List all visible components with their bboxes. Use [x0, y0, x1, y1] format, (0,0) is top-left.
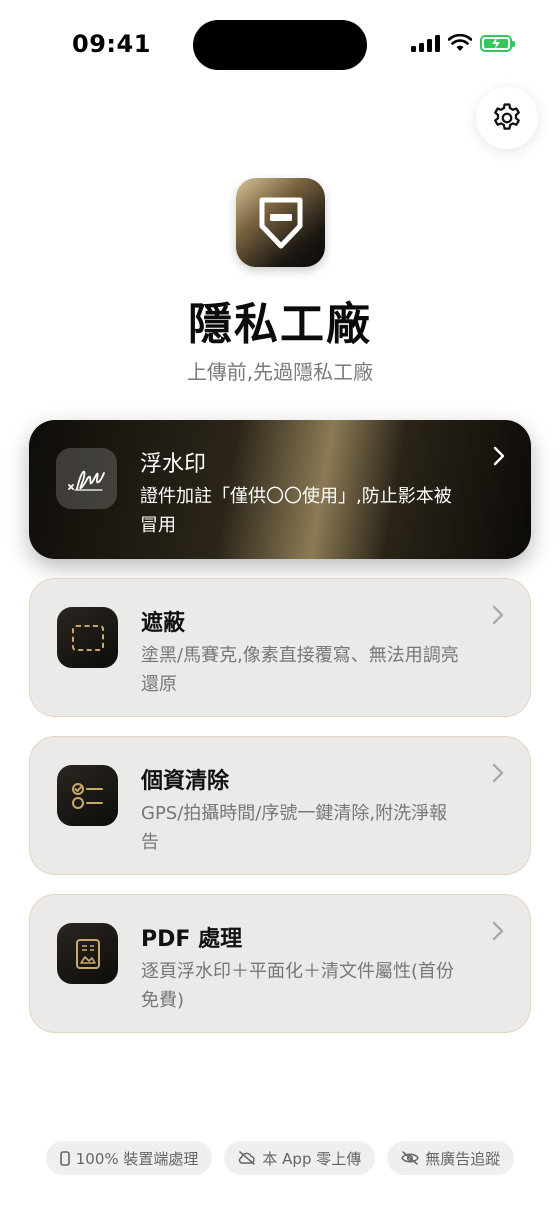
card-redact[interactable]: 遮蔽 塗黑/馬賽克,像素直接覆寫、無法用調亮還原 [29, 578, 531, 717]
card-title: 浮水印 [140, 452, 207, 477]
card-title: PDF 處理 [141, 927, 243, 952]
badge-no-ad-tracking: 無廣告追蹤 [387, 1141, 515, 1175]
chevron-right-icon [492, 763, 504, 783]
status-bar: 09:41 [0, 0, 560, 90]
phone-icon [59, 1150, 70, 1166]
gear-icon [494, 103, 520, 130]
status-time: 09:41 [72, 30, 151, 58]
eye-off-icon [401, 1151, 420, 1165]
cloud-off-icon [239, 1151, 256, 1165]
card-pdf[interactable]: PDF 處理 逐頁浮水印＋平面化＋清文件屬性(首份免費) [29, 894, 531, 1033]
card-title: 個資清除 [141, 769, 230, 794]
chevron-right-icon [492, 921, 504, 941]
signature-icon [67, 470, 105, 491]
card-icon-tile [57, 765, 118, 826]
battery-icon [480, 34, 515, 52]
page-title: 隱私工廠 [188, 299, 372, 350]
chevron-right-icon [492, 605, 504, 625]
cellular-signal-icon [411, 34, 440, 52]
badge-label: 無廣告追蹤 [425, 1149, 501, 1168]
chevron-right-icon [493, 446, 505, 466]
app-icon [236, 178, 325, 267]
dashed-frame-icon [71, 624, 104, 651]
card-icon-tile [56, 448, 117, 509]
card-description: GPS/拍攝時間/序號一鍵清除,附洗淨報告 [141, 803, 448, 853]
card-watermark[interactable]: 浮水印 證件加註「僅供〇〇使用」,防止影本被冒用 [29, 420, 531, 559]
badge-no-upload: 本 App 零上傳 [224, 1141, 376, 1175]
card-title: 遮蔽 [141, 611, 186, 636]
shield-icon [259, 197, 302, 248]
trust-badges: 100% 裝置端處理 本 App 零上傳 無廣告追蹤 [0, 1141, 560, 1175]
badge-label: 本 App 零上傳 [262, 1149, 362, 1168]
card-icon-tile [57, 607, 118, 668]
card-metadata-clean[interactable]: 個資清除 GPS/拍攝時間/序號一鍵清除,附洗淨報告 [29, 736, 531, 875]
document-icon [75, 938, 100, 969]
badge-label: 100% 裝置端處理 [75, 1149, 199, 1168]
card-description: 證件加註「僅供〇〇使用」,防止影本被冒用 [140, 486, 452, 536]
checklist-icon [71, 782, 103, 809]
dynamic-island [193, 20, 367, 70]
card-description: 塗黑/馬賽克,像素直接覆寫、無法用調亮還原 [141, 645, 459, 695]
status-icons [411, 34, 515, 52]
badge-on-device: 100% 裝置端處理 [45, 1141, 213, 1175]
wifi-icon [448, 34, 472, 51]
card-icon-tile [57, 923, 118, 984]
card-description: 逐頁浮水印＋平面化＋清文件屬性(首份免費) [141, 961, 455, 1011]
settings-button[interactable] [476, 87, 538, 149]
page-subtitle: 上傳前,先過隱私工廠 [186, 360, 374, 384]
